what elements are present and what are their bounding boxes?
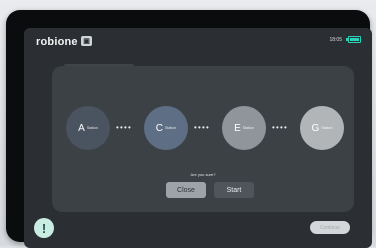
station-label: Station bbox=[165, 126, 177, 130]
station-letter: E bbox=[234, 122, 241, 134]
station-letter: A bbox=[78, 122, 85, 134]
background: robione ▣ 18:05 A Station •••• C Station bbox=[0, 0, 376, 248]
confirm-question: Are you sure? bbox=[190, 172, 216, 177]
top-bar: robione ▣ 18:05 bbox=[24, 28, 372, 54]
station-label: Station bbox=[86, 126, 98, 130]
continue-button[interactable]: Continue bbox=[310, 221, 350, 234]
station-label: Station bbox=[242, 126, 254, 130]
station-a[interactable]: A Station bbox=[66, 106, 110, 150]
station-c[interactable]: C Station bbox=[144, 106, 188, 150]
tablet-bezel: robione ▣ 18:05 A Station •••• C Station bbox=[6, 10, 372, 248]
route-dots: •••• bbox=[116, 123, 133, 132]
station-letter: C bbox=[155, 122, 164, 134]
battery-icon bbox=[346, 36, 362, 43]
clock: 18:05 bbox=[329, 37, 342, 43]
station-label: Station bbox=[321, 126, 333, 130]
close-button[interactable]: Close bbox=[166, 182, 206, 198]
station-g[interactable]: G Station bbox=[300, 106, 344, 150]
tablet-screen: robione ▣ 18:05 A Station •••• C Station bbox=[24, 28, 372, 248]
confirm-dialog: A Station •••• C Station •••• E Station … bbox=[52, 66, 354, 212]
station-letter: G bbox=[311, 122, 320, 134]
cube-icon: ▣ bbox=[81, 36, 92, 46]
station-e[interactable]: E Station bbox=[222, 106, 266, 150]
route-dots: •••• bbox=[194, 123, 211, 132]
app-logo: robione bbox=[36, 36, 78, 48]
start-button[interactable]: Start bbox=[214, 182, 254, 198]
alert-icon[interactable]: ! bbox=[34, 218, 54, 238]
route-dots: •••• bbox=[272, 123, 289, 132]
